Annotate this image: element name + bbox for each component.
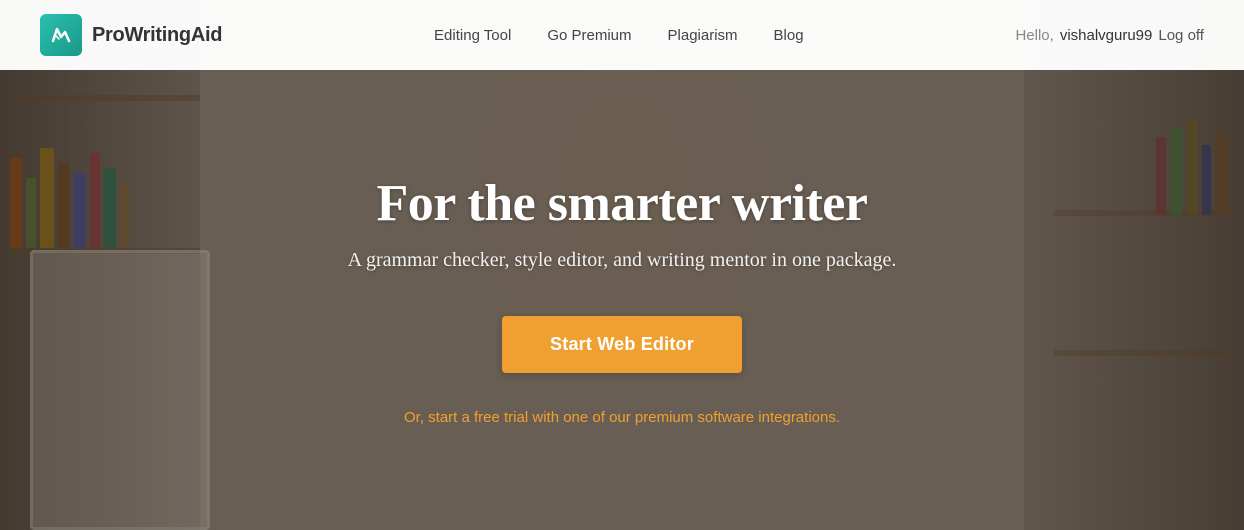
brand-name: ProWritingAid: [92, 24, 222, 47]
logo-area: ProWritingAid: [40, 14, 222, 56]
start-web-editor-button[interactable]: Start Web Editor: [502, 316, 742, 373]
nav-user-area: Hello, vishalvguru99 Log off: [1015, 27, 1204, 44]
hero-secondary-text: Or, start a free trial with one of our p…: [404, 409, 840, 426]
logo-icon: [40, 14, 82, 56]
nav-username: vishalvguru99: [1060, 27, 1153, 44]
hero-section: For the smarter writer A grammar checker…: [0, 70, 1244, 530]
page: ProWritingAid Editing Tool Go Premium Pl…: [0, 0, 1244, 530]
nav-logoff-link[interactable]: Log off: [1158, 27, 1204, 44]
hero-title: For the smarter writer: [377, 174, 868, 233]
navbar: ProWritingAid Editing Tool Go Premium Pl…: [0, 0, 1244, 70]
nav-hello-label: Hello,: [1015, 27, 1053, 44]
nav-links: Editing Tool Go Premium Plagiarism Blog: [434, 27, 804, 44]
nav-blog[interactable]: Blog: [774, 27, 804, 44]
nav-editing-tool[interactable]: Editing Tool: [434, 27, 511, 44]
hero-subtitle: A grammar checker, style editor, and wri…: [348, 249, 897, 272]
nav-go-premium[interactable]: Go Premium: [547, 27, 631, 44]
nav-plagiarism[interactable]: Plagiarism: [668, 27, 738, 44]
